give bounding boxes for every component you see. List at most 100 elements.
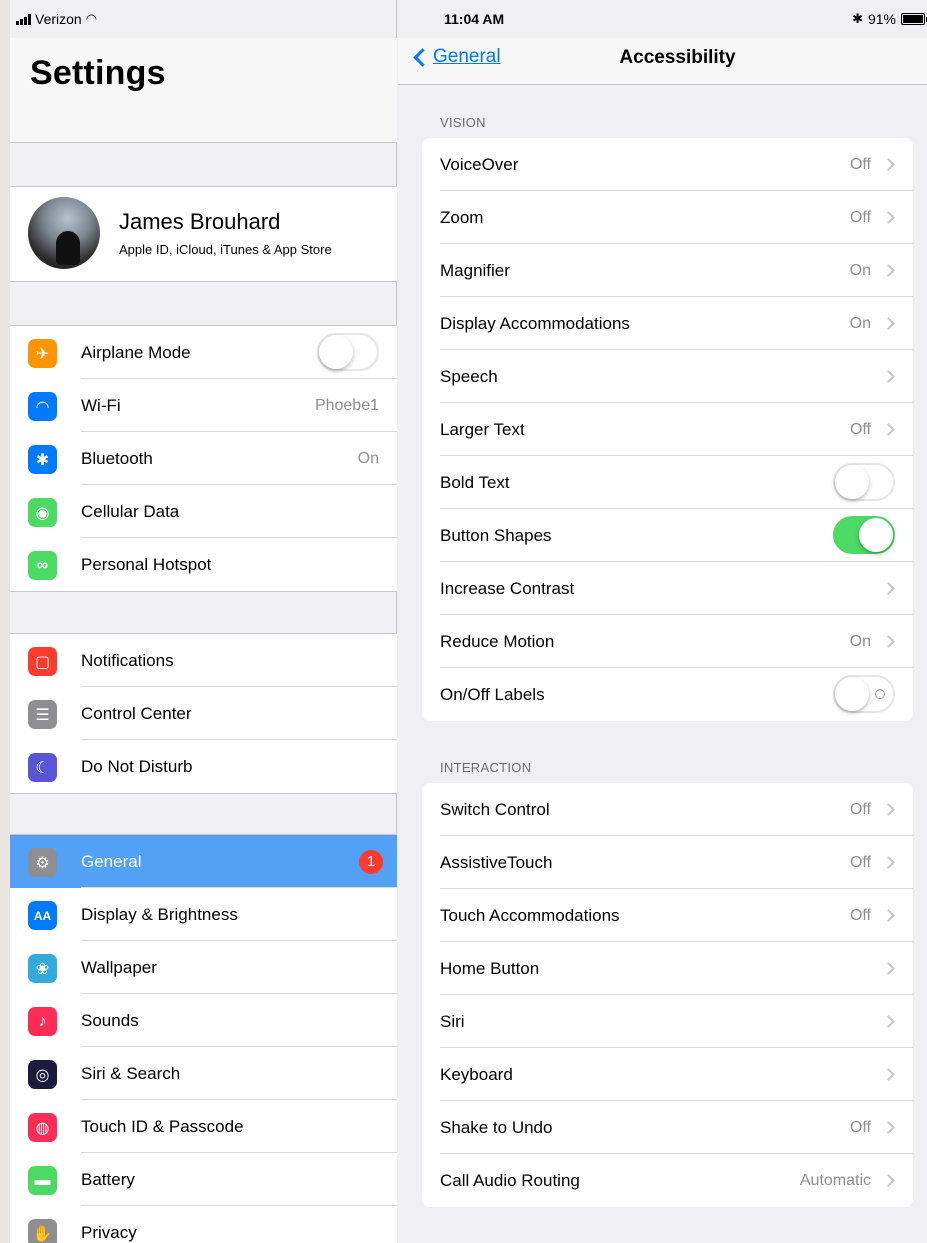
sidebar-item-label: Notifications	[81, 650, 174, 670]
sidebar-item-value: On	[357, 449, 379, 467]
setting-value: Off	[849, 853, 871, 871]
sidebar-item-display-brightness[interactable]: AA Display & Brightness	[10, 888, 397, 941]
sidebar-item-label: General	[81, 851, 142, 871]
setting-label: Display Accommodations	[440, 313, 630, 333]
setting-row-button-shapes[interactable]: Button Shapes	[422, 509, 913, 562]
setting-value: Off	[849, 208, 871, 226]
sidebar-item-label: Personal Hotspot	[81, 554, 212, 574]
setting-value: Off	[849, 800, 871, 818]
battery-percent: 91%	[867, 11, 896, 27]
chevron-right-icon	[882, 1174, 895, 1187]
airplane-mode-toggle[interactable]	[317, 333, 379, 371]
sidebar-item-battery[interactable]: ▬ Battery	[10, 1153, 397, 1206]
setting-label: Home Button	[440, 958, 540, 978]
section-header-interaction: INTERACTION	[440, 760, 532, 775]
setting-label: Call Audio Routing	[440, 1170, 580, 1190]
notifications-group: ▢ Notifications ☰ Control Center ☾ Do Not Dis…	[10, 633, 397, 794]
setting-row-shake-to-undo[interactable]: Shake to Undo Off	[422, 1101, 913, 1154]
signal-icon	[16, 13, 31, 25]
chevron-right-icon	[882, 909, 895, 922]
on-off-labels-toggle[interactable]	[833, 675, 895, 713]
setting-row-voiceover[interactable]: VoiceOver Off	[422, 138, 913, 191]
chevron-right-icon	[882, 635, 895, 648]
chevron-right-icon	[882, 211, 895, 224]
setting-label: AssistiveTouch	[440, 852, 553, 872]
clock: 11:04 AM	[444, 11, 505, 27]
setting-value: Off	[849, 1118, 871, 1136]
sidebar-item-label: Battery	[81, 1169, 135, 1189]
sidebar-item-label: Do Not Disturb	[81, 756, 193, 776]
setting-value: Off	[849, 155, 871, 173]
sidebar-item-touch-id-passcode[interactable]: ◍ Touch ID & Passcode	[10, 1100, 397, 1153]
sidebar-item-bluetooth[interactable]: ✱ Bluetooth On	[10, 432, 397, 485]
sidebar-item-notifications[interactable]: ▢ Notifications	[10, 634, 397, 687]
chevron-right-icon	[882, 264, 895, 277]
speaker-icon: ♪	[28, 1007, 57, 1036]
sidebar-item-sounds[interactable]: ♪ Sounds	[10, 994, 397, 1047]
setting-row-switch-control[interactable]: Switch Control Off	[422, 783, 913, 836]
sidebar-item-label: Wallpaper	[81, 957, 157, 977]
sidebar-item-siri-search[interactable]: ◎ Siri & Search	[10, 1047, 397, 1100]
sidebar-item-wi-fi[interactable]: ◠ Wi-Fi Phoebe1	[10, 379, 397, 432]
setting-row-increase-contrast[interactable]: Increase Contrast	[422, 562, 913, 615]
airplane-icon: ✈	[28, 339, 57, 368]
status-bar: Verizon ◠ 11:04 AM ✱ 91%	[10, 0, 927, 38]
setting-row-home-button[interactable]: Home Button	[422, 942, 913, 995]
accessibility-pane: General Accessibility VISION VoiceOver Of…	[398, 0, 927, 1243]
interaction-group: Switch Control Off AssistiveTouch Off Touch …	[422, 783, 913, 1207]
setting-label: Button Shapes	[440, 525, 552, 545]
setting-label: Touch Accommodations	[440, 905, 620, 925]
wifi-status-icon: ◠	[85, 11, 98, 26]
bold-text-toggle[interactable]	[833, 463, 895, 501]
chevron-right-icon	[882, 158, 895, 171]
sidebar-item-label: Wi-Fi	[81, 395, 121, 415]
sidebar-item-airplane-mode[interactable]: ✈ Airplane Mode	[10, 326, 397, 379]
setting-row-siri[interactable]: Siri	[422, 995, 913, 1048]
sidebar-item-wallpaper[interactable]: ❀ Wallpaper	[10, 941, 397, 994]
siri-icon: ◎	[28, 1060, 57, 1089]
setting-row-assistivetouch[interactable]: AssistiveTouch Off	[422, 836, 913, 889]
setting-label: Speech	[440, 366, 498, 386]
setting-label: Bold Text	[440, 472, 510, 492]
setting-row-magnifier[interactable]: Magnifier On	[422, 244, 913, 297]
chevron-right-icon	[882, 1121, 895, 1134]
setting-value: On	[849, 261, 871, 279]
setting-row-larger-text[interactable]: Larger Text Off	[422, 403, 913, 456]
settings-sidebar: Settings James Brouhard Apple ID, iCloud…	[10, 0, 397, 1243]
setting-value: Off	[849, 906, 871, 924]
sidebar-item-general[interactable]: ⚙ General 1	[10, 835, 397, 888]
setting-value: Automatic	[799, 1171, 871, 1189]
setting-row-bold-text[interactable]: Bold Text	[422, 456, 913, 509]
button-shapes-toggle[interactable]	[833, 516, 895, 554]
setting-row-display-accommodations[interactable]: Display Accommodations On	[422, 297, 913, 350]
toggle-knob	[319, 335, 353, 369]
setting-row-reduce-motion[interactable]: Reduce Motion On	[422, 615, 913, 668]
wifi-icon: ◠	[28, 392, 57, 421]
sidebar-item-do-not-disturb[interactable]: ☾ Do Not Disturb	[10, 740, 397, 793]
sidebar-item-personal-hotspot[interactable]: ∞ Personal Hotspot	[10, 538, 397, 591]
fingerprint-icon: ◍	[28, 1113, 57, 1142]
setting-row-zoom[interactable]: Zoom Off	[422, 191, 913, 244]
apple-id-profile-row[interactable]: James Brouhard Apple ID, iCloud, iTunes …	[10, 186, 397, 282]
toggle-knob	[835, 677, 869, 711]
setting-row-call-audio-routing[interactable]: Call Audio Routing Automatic	[422, 1154, 913, 1207]
setting-row-touch-accommodations[interactable]: Touch Accommodations Off	[422, 889, 913, 942]
setting-label: Keyboard	[440, 1064, 513, 1084]
sidebar-item-label: Control Center	[81, 703, 192, 723]
setting-label: Reduce Motion	[440, 631, 555, 651]
setting-row-speech[interactable]: Speech	[422, 350, 913, 403]
sidebar-item-label: Bluetooth	[81, 448, 153, 468]
sidebar-item-cellular-data[interactable]: ◉ Cellular Data	[10, 485, 397, 538]
sidebar-item-privacy[interactable]: ✋ Privacy	[10, 1206, 397, 1243]
control-center-icon: ☰	[28, 700, 57, 729]
sidebar-item-label: Siri & Search	[81, 1063, 181, 1083]
sidebar-item-control-center[interactable]: ☰ Control Center	[10, 687, 397, 740]
bluetooth-status-icon: ✱	[852, 11, 863, 26]
sidebar-item-label: Touch ID & Passcode	[81, 1116, 244, 1136]
setting-row-keyboard[interactable]: Keyboard	[422, 1048, 913, 1101]
setting-label: Zoom	[440, 207, 484, 227]
text-size-icon: AA	[28, 901, 57, 930]
carrier-label: Verizon	[35, 11, 82, 27]
setting-label: Larger Text	[440, 419, 525, 439]
setting-row-on-off-labels[interactable]: On/Off Labels	[422, 668, 913, 721]
